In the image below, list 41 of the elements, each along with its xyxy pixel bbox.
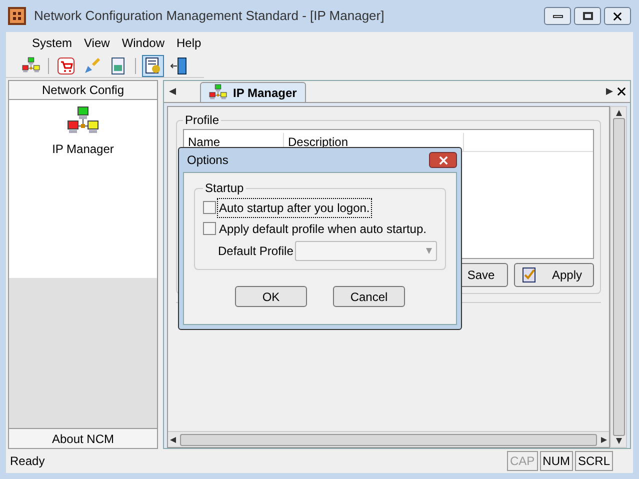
menu-item[interactable]: Window	[116, 34, 170, 52]
status-text: Ready	[10, 453, 46, 470]
app-logo-icon	[8, 7, 26, 25]
menu-item[interactable]: Help	[170, 34, 208, 52]
checkbox[interactable]	[203, 201, 216, 214]
group-title: Startup	[204, 180, 245, 197]
close-icon[interactable]	[613, 12, 622, 20]
status-indicator: NUM	[540, 451, 573, 471]
group-title: Profile	[184, 112, 220, 129]
horizontal-scrollbar[interactable]	[168, 431, 609, 447]
ok-button[interactable]: OK	[235, 286, 307, 307]
document-tab[interactable]: IP Manager	[200, 82, 306, 102]
status-indicator: CAP	[506, 451, 538, 471]
checkbox-label[interactable]: Apply default profile when auto startup.	[218, 220, 428, 238]
close-icon[interactable]	[617, 87, 626, 96]
window-title: Network Configuration Management Standard - [IP Manager]	[34, 7, 386, 26]
scroll-left-icon[interactable]	[168, 88, 176, 95]
close-button[interactable]	[604, 7, 631, 25]
sidebar-header: Network Config	[9, 81, 157, 100]
scroll-up-icon[interactable]	[616, 110, 622, 116]
status-indicator: SCRL	[574, 451, 613, 471]
scroll-down-icon[interactable]	[616, 438, 622, 444]
close-button[interactable]	[429, 152, 457, 168]
field-label: Default Profile	[218, 243, 294, 260]
maximize-button[interactable]	[574, 7, 601, 25]
checkbox-label[interactable]: Auto startup after you logon.	[218, 198, 371, 216]
scroll-right-icon[interactable]	[601, 436, 607, 442]
menu-item[interactable]: System	[26, 34, 78, 52]
menu-item[interactable]: View	[78, 34, 116, 52]
network-icon	[209, 84, 227, 102]
about-button[interactable]: About NCM	[9, 428, 157, 448]
scroll-right-icon[interactable]	[606, 88, 613, 95]
cancel-button[interactable]: Cancel	[333, 286, 405, 307]
vertical-scrollbar[interactable]	[610, 106, 627, 448]
checkbox[interactable]	[203, 222, 216, 235]
network-icon	[22, 56, 40, 74]
scroll-left-icon[interactable]	[170, 436, 176, 442]
minimize-button[interactable]	[544, 7, 571, 25]
dialog-title: Options	[187, 152, 228, 169]
dropdown-arrow-icon	[426, 248, 432, 254]
apply-button[interactable]: Apply	[514, 263, 594, 287]
